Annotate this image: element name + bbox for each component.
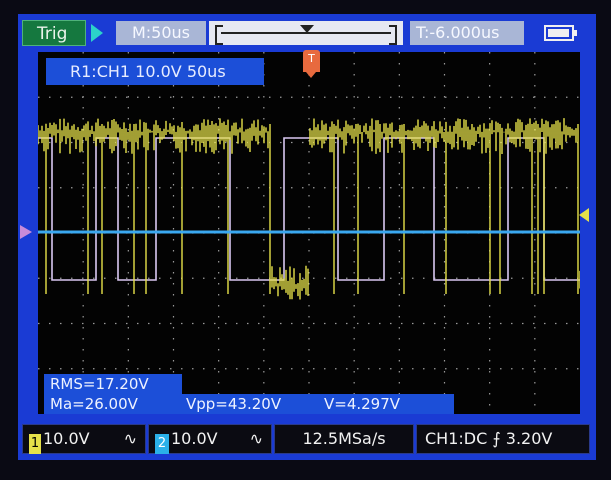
bracket-right-icon — [389, 25, 397, 45]
ch1-coupling-icon: ∿ — [123, 429, 137, 448]
bracket-left-icon — [215, 25, 223, 45]
ch2-scale: 10.0V — [171, 429, 218, 448]
trigger-menu-button[interactable]: Trig — [22, 20, 86, 46]
measurement-rms: RMS=17.20V — [44, 374, 182, 394]
position-marker-icon[interactable] — [300, 25, 314, 33]
reference-trace — [38, 137, 580, 281]
timebase-display[interactable]: M:50us — [116, 21, 206, 45]
battery-icon — [544, 25, 577, 41]
trigger-offset-display[interactable]: T:-6.000us — [410, 21, 524, 45]
sample-rate-box[interactable]: 12.5MSa/s — [274, 424, 414, 454]
waveform-svg — [37, 52, 581, 414]
ch2-coupling-icon: ∿ — [249, 429, 263, 448]
trigger-marker-icon[interactable]: T — [303, 50, 320, 78]
ch1-scale: 10.0V — [43, 429, 90, 448]
waveform-plot — [37, 52, 581, 414]
measurement-mean: Ma=26.00V — [44, 394, 180, 414]
ch1-badge: 1 — [29, 434, 41, 454]
trigger-level-icon[interactable] — [579, 208, 589, 222]
reference-channel-label: R1:CH1 10.0V 50us — [46, 58, 264, 85]
ch2-scale-box[interactable]: 2 10.0V ∿ — [148, 424, 272, 454]
ch2-badge: 2 — [155, 434, 169, 454]
measurement-vpp: Vpp=43.20V — [180, 394, 318, 414]
ch1-scale-box[interactable]: 1 10.0V ∿ — [22, 424, 146, 454]
ch1-ground-marker-icon[interactable] — [20, 225, 32, 239]
trigger-position-bar[interactable] — [209, 21, 403, 45]
measurement-v: V=4.297V — [318, 394, 454, 414]
play-icon[interactable] — [91, 24, 103, 42]
trigger-info-box[interactable]: CH1:DC ⨍ 3.20V — [416, 424, 590, 454]
